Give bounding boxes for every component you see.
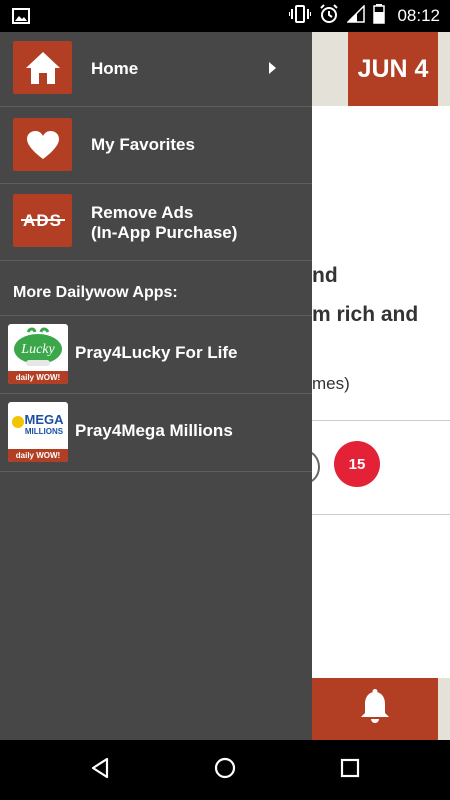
navigation-drawer: Home My Favorites ADS Remove Ads (In-App…: [0, 32, 312, 740]
chevron-right-icon: [269, 62, 276, 74]
drawer-item-favorites[interactable]: My Favorites: [0, 107, 312, 184]
drawer-item-label: My Favorites: [91, 135, 195, 154]
mega-millions-logo: MEGA MILLIONS daily WOW!: [8, 402, 68, 462]
app-item-label: Pray4Lucky For Life: [75, 343, 238, 362]
divider: [312, 514, 450, 515]
clock: 08:12: [397, 6, 440, 25]
background-subtext: mes): [312, 374, 350, 393]
drawer-item-label: Home: [91, 59, 139, 78]
logo-strip: daily WOW!: [8, 449, 68, 462]
drawer-item-remove-ads[interactable]: ADS Remove Ads (In-App Purchase): [0, 184, 312, 261]
date-badge[interactable]: JUN 4: [348, 32, 438, 106]
recents-icon: [339, 757, 361, 784]
app-item-mega-millions[interactable]: MEGA MILLIONS daily WOW! Pray4Mega Milli…: [0, 394, 312, 472]
drawer-item-label: Remove Ads: [91, 203, 194, 222]
heart-icon: [13, 118, 72, 171]
divider: [312, 420, 450, 421]
home-circle-icon: [213, 756, 237, 785]
system-nav-bar: [0, 740, 450, 800]
number-ball: 15: [334, 441, 380, 487]
notification-button[interactable]: [312, 678, 438, 740]
back-icon: [88, 756, 112, 785]
back-button[interactable]: [80, 750, 120, 790]
logo-strip: daily WOW!: [8, 371, 68, 384]
remove-ads-icon: ADS: [13, 194, 72, 247]
drawer-item-sublabel: (In-App Purchase): [91, 223, 238, 242]
image-icon: [12, 8, 30, 29]
logo-text: MILLIONS: [25, 427, 64, 436]
drawer-item-home[interactable]: Home: [0, 32, 312, 107]
home-icon: [13, 41, 72, 94]
strikethrough-line: [21, 219, 65, 221]
app-item-lucky-for-life[interactable]: Lucky daily WOW! Pray4Lucky For Life: [0, 316, 312, 394]
logo-text: MEGA: [25, 412, 65, 427]
recents-button[interactable]: [330, 750, 370, 790]
status-bar: 08:12: [0, 0, 450, 32]
background-text: m rich and: [312, 303, 419, 326]
alarm-icon: [319, 3, 339, 29]
home-nav-button[interactable]: [205, 750, 245, 790]
bell-icon: [358, 688, 392, 730]
background-text: nd: [312, 264, 338, 287]
logo-text: Lucky: [20, 342, 55, 357]
app-item-label: Pray4Mega Millions: [75, 421, 233, 440]
lucky-for-life-logo: Lucky daily WOW!: [8, 324, 68, 384]
section-header: More Dailywow Apps:: [13, 284, 178, 301]
signal-icon: [346, 3, 366, 28]
vibrate-icon: [288, 4, 313, 28]
battery-icon: [373, 3, 386, 29]
